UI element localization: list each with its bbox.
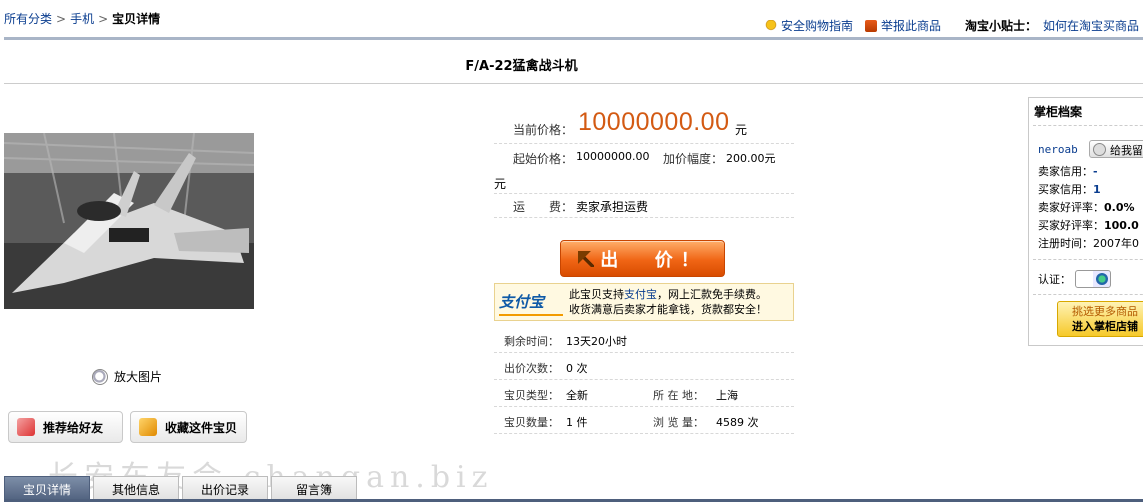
zoom-image-link[interactable]: 放大图片 [92,368,162,385]
seller-credit-label: 卖家信用： [1038,165,1093,178]
current-price-unit: 元 [735,123,748,137]
increment-label: 加价幅度： [663,152,724,166]
certification-badge-icon[interactable] [1075,270,1111,288]
remaining-time-label: 剩余时间： [504,335,559,348]
recommend-label: 推荐给好友 [43,420,104,435]
enter-shop-button[interactable]: 挑选更多商品 进入掌柜店铺 [1057,301,1143,337]
medal-icon [764,19,777,32]
report-link[interactable]: 举报此商品 [864,17,941,34]
increment-unit-wrap: 元 [494,177,507,191]
enter-shop-line1: 挑选更多商品 [1072,305,1138,318]
divider [1033,294,1143,295]
alipay-line1-pre: 此宝贝支持 [569,288,624,301]
breadcrumb-phones[interactable]: 手机 [70,12,94,26]
views-value: 4589 次 [716,416,759,429]
buyer-credit-value[interactable]: 1 [1093,183,1101,196]
quantity-views-row: 宝贝数量： 1 件 浏 览 量： 4589 次 [494,407,794,434]
alipay-link[interactable]: 支付宝 [624,288,657,301]
divider [1033,125,1143,126]
seller-rate-label: 卖家好评率： [1038,201,1104,214]
seller-credit-row: 卖家信用：- [1038,163,1098,179]
item-type-value: 全新 [566,389,588,402]
recommend-to-friend-button[interactable]: 推荐给好友 [8,411,123,443]
register-date-row: 注册时间：2007年0 [1038,235,1139,251]
certification-label: 认证： [1038,273,1071,286]
type-location-row: 宝贝类型： 全新 所 在 地： 上海 [494,380,794,407]
location-value: 上海 [716,389,738,402]
bid-button[interactable]: 出 价！ [560,240,725,277]
top-links: 安全购物指南 举报此商品 淘宝小贴士： 如何在淘宝买商品 [753,17,1139,34]
buyer-rate-value: 100.0 [1104,219,1139,232]
shipping-value: 卖家承担运费 [576,200,649,214]
remaining-time-value: 13天20小时 [566,335,627,348]
bid-count-label: 出价次数： [504,362,559,375]
start-price-row: 起始价格： 10000000.00 加价幅度： 200.00元 元 [494,144,794,194]
magnifier-icon [92,368,108,385]
shopkeeper-profile: 掌柜档案 neroab 给我留 卖家信用：- 买家信用：1 卖家好评率：0.0%… [1028,97,1143,346]
favorite-item-button[interactable]: 收藏这件宝贝 [130,411,247,443]
start-price-label: 起始价格： [513,152,574,166]
shipping-row: 运 费： 卖家承担运费 [494,194,794,218]
seller-rate-row: 卖家好评率：0.0% [1038,199,1135,215]
buyer-credit-row: 买家信用：1 [1038,181,1101,197]
top-bar: 所有分类 > 手机 > 宝贝详情 安全购物指南 举报此商品 淘宝小贴士： 如何在淘宝买商… [0,0,1143,40]
breadcrumb-separator: > [98,12,109,26]
divider [1033,259,1143,260]
tips-label: 淘宝小贴士： [964,19,1037,33]
buyer-rate-label: 买家好评率： [1038,219,1104,232]
start-price-value: 10000000.00 [576,150,650,163]
breadcrumb-all-categories[interactable]: 所有分类 [4,12,52,26]
favorite-label: 收藏这件宝贝 [165,420,238,435]
alipay-text: 此宝贝支持支付宝，网上汇款免手续费。 收货满意后卖家才能拿钱，货款都安全！ [569,287,767,317]
title-divider [4,83,1143,84]
fighter-jet-image [4,133,254,309]
bid-count-row: 出价次数： 0 次 [494,353,794,380]
seller-rate-value: 0.0% [1104,201,1135,214]
product-image[interactable] [4,133,254,309]
item-type-label: 宝贝类型： [504,389,559,402]
increment-value: 200.00元 [726,152,776,165]
hammer-icon [578,250,595,267]
location-label: 所 在 地： [653,389,704,402]
register-date-label: 注册时间： [1038,237,1093,250]
current-price-label: 当前价格： [513,123,574,137]
breadcrumb: 所有分类 > 手机 > 宝贝详情 [4,10,160,27]
shopkeeper-title: 掌柜档案 [1034,105,1083,119]
gift-icon [17,418,35,436]
tips-link[interactable]: 如何在淘宝买商品 [1043,17,1139,34]
remaining-time-row: 剩余时间： 13天20小时 [494,326,794,353]
certification-row: 认证： [1038,270,1111,288]
alipay-line1-post: ，网上汇款免手续费。 [657,288,767,301]
enter-shop-line2: 进入掌柜店铺 [1072,320,1138,333]
star-icon [139,418,157,436]
current-price-row: 当前价格： 10000000.00 元 [494,104,794,144]
leave-message-button[interactable]: 给我留 [1089,140,1143,158]
report-label[interactable]: 举报此商品 [881,17,941,34]
buyer-rate-row: 买家好评率：100.0 [1038,217,1139,233]
alipay-banner: 支付宝 此宝贝支持支付宝，网上汇款免手续费。 收货满意后卖家才能拿钱，货款都安全… [494,283,794,321]
breadcrumb-separator: > [56,12,67,26]
bid-label: 出 价！ [600,249,707,271]
register-date-value: 2007年0 [1093,237,1139,250]
seller-credit-value[interactable]: - [1093,165,1098,178]
quantity-value: 1 件 [566,416,588,429]
current-price-value: 10000000.00 [578,108,730,136]
safety-guide-label[interactable]: 安全购物指南 [781,17,853,34]
bid-count-value: 0 次 [566,362,588,375]
safety-guide-link[interactable]: 安全购物指南 [764,17,853,34]
breadcrumb-current: 宝贝详情 [112,12,161,26]
zoom-label: 放大图片 [114,370,163,384]
shipping-label: 运 费： [513,200,574,214]
report-icon [864,19,877,32]
seller-name-link[interactable]: neroab [1038,143,1078,156]
message-icon [1093,143,1106,156]
header-divider [4,37,1143,40]
quantity-label: 宝贝数量： [504,416,559,429]
views-label: 浏 览 量： [653,416,704,429]
page-title: F/A-22猛禽战斗机 [465,59,578,74]
alipay-logo: 支付宝 [499,288,563,316]
leave-message-label: 给我留 [1110,144,1143,157]
buyer-credit-label: 买家信用： [1038,183,1093,196]
alipay-line2: 收货满意后卖家才能拿钱，货款都安全！ [569,303,767,316]
